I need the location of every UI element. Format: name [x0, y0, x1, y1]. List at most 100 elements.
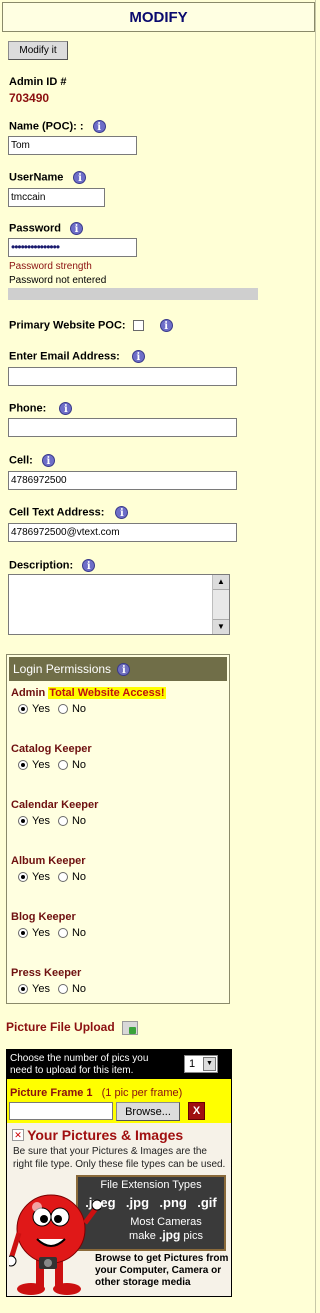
description-textarea[interactable]: ▲ ▼ [8, 574, 230, 635]
permission-title-row: Album Keeper [11, 855, 229, 867]
info-icon[interactable]: i [115, 506, 129, 519]
password-label: Password [9, 222, 61, 235]
file-types-banner: ✕ Your Pictures & Images Be sure that yo… [7, 1123, 231, 1296]
chevron-down-icon[interactable]: ▼ [203, 1057, 216, 1071]
cell-label: Cell: [9, 454, 33, 467]
cell-input[interactable]: 4786972500 [8, 471, 237, 490]
cell-text-label: Cell Text Address: [9, 506, 105, 519]
picture-upload-title: Picture File Upload [6, 1020, 115, 1034]
permission-item: Album Keeper Yes No [11, 855, 229, 911]
radio-no[interactable] [57, 872, 68, 883]
picture-frame-heading: Picture Frame 1 (1 pic per frame) [10, 1087, 182, 1099]
permission-title-row: Admin Total Website Access! [11, 687, 229, 699]
phone-label-row: Phone: i [9, 402, 73, 415]
permission-title-row: Blog Keeper [11, 911, 229, 923]
radio-yes[interactable] [18, 760, 28, 771]
cell-label-row: Cell: i [9, 454, 55, 467]
permission-highlight: Total Website Access! [48, 687, 166, 699]
permission-name: Admin [11, 687, 46, 699]
permissions-list: Admin Total Website Access! Yes No Catalog K… [7, 681, 229, 1023]
modify-button[interactable]: Modify it [8, 41, 68, 60]
primary-poc-label: Primary Website POC: [9, 319, 126, 332]
info-icon[interactable]: i [159, 319, 173, 332]
pic-count-row: Choose the number of pics you need to up… [7, 1050, 231, 1079]
info-icon[interactable]: i [41, 454, 55, 467]
permission-title-row: Calendar Keeper [11, 799, 229, 811]
page-title: MODIFY [2, 2, 315, 32]
password-status-text: Password not entered [9, 275, 107, 286]
info-icon[interactable]: i [70, 222, 84, 235]
permission-item: Catalog Keeper Yes No [11, 743, 229, 799]
radio-label: No [71, 703, 87, 715]
radio-label: Yes [32, 759, 50, 771]
cameras-pics-text: pics [183, 1230, 203, 1242]
radio-no[interactable] [57, 984, 68, 995]
radio-label: Yes [32, 815, 50, 827]
radio-label: Yes [32, 983, 50, 995]
radio-yes[interactable] [18, 928, 28, 939]
phone-input[interactable] [8, 418, 237, 437]
radio-yes[interactable] [18, 872, 28, 883]
file-type: .jpg [125, 1195, 150, 1210]
admin-id-value: 703490 [9, 91, 50, 105]
info-icon[interactable]: i [82, 559, 96, 572]
radio-no[interactable] [57, 928, 68, 939]
permission-item: Press Keeper Yes No [11, 967, 229, 1023]
picture-upload-panel: Choose the number of pics you need to up… [6, 1049, 232, 1297]
remove-frame-button[interactable]: X [188, 1102, 205, 1120]
radio-label: Yes [32, 871, 50, 883]
info-icon[interactable]: i [131, 350, 145, 363]
admin-id-label: Admin ID # [9, 76, 67, 88]
info-icon[interactable]: i [117, 663, 131, 677]
description-label-row: Description: i [9, 559, 96, 572]
password-strength-label: Password strength [9, 261, 92, 272]
permission-radio-row: Yes No [11, 759, 229, 771]
permission-title-row: Catalog Keeper [11, 743, 229, 755]
info-icon[interactable]: i [92, 120, 106, 133]
pic-count-select[interactable]: 1 ▼ [184, 1055, 218, 1073]
username-label-row: UserName i [9, 171, 87, 184]
radio-label: No [71, 815, 87, 827]
radio-label: No [71, 759, 87, 771]
permission-name: Blog Keeper [11, 911, 76, 923]
email-input[interactable] [8, 367, 237, 386]
description-scrollbar[interactable]: ▲ ▼ [212, 575, 229, 634]
primary-poc-checkbox[interactable] [132, 320, 144, 331]
banner-intro: Be sure that your Pictures & Images are … [13, 1146, 226, 1170]
username-input[interactable]: tmccain [8, 188, 105, 207]
permission-name: Press Keeper [11, 967, 82, 979]
picture-frame-title: Picture Frame 1 [10, 1087, 93, 1099]
pic-count-value: 1 [189, 1058, 196, 1070]
radio-yes[interactable] [18, 816, 28, 827]
permission-item: Calendar Keeper Yes No [11, 799, 229, 855]
cell-text-input[interactable]: 4786972500@vtext.com [8, 523, 237, 542]
file-type: .png [159, 1195, 187, 1210]
picture-frame-row: Picture Frame 1 (1 pic per frame) Browse… [7, 1079, 231, 1123]
info-icon[interactable]: i [73, 171, 87, 184]
radio-yes[interactable] [18, 984, 28, 995]
radio-label: Yes [32, 703, 50, 715]
password-label-row: Password i [9, 222, 84, 235]
name-input[interactable]: Tom [8, 136, 137, 155]
permission-name: Calendar Keeper [11, 799, 99, 811]
radio-yes[interactable] [18, 704, 28, 715]
file-path-input[interactable] [9, 1102, 113, 1120]
radio-no[interactable] [57, 760, 68, 771]
phone-label: Phone: [9, 402, 47, 415]
scroll-down-icon[interactable]: ▼ [213, 619, 229, 634]
radio-label: Yes [32, 927, 50, 939]
banner-heading: Your Pictures & Images [27, 1127, 184, 1143]
password-input[interactable]: ••••••••••••••• [8, 238, 137, 257]
browse-button[interactable]: Browse... [116, 1102, 180, 1121]
banner-heading-row: ✕ Your Pictures & Images [12, 1127, 183, 1143]
radio-no[interactable] [57, 816, 68, 827]
permission-radio-row: Yes No [11, 983, 229, 995]
permission-radio-row: Yes No [11, 703, 229, 715]
pic-count-prompt: Choose the number of pics you need to up… [10, 1053, 149, 1076]
scroll-up-icon[interactable]: ▲ [213, 575, 229, 590]
radio-no[interactable] [57, 704, 68, 715]
file-type: .gif [197, 1195, 217, 1210]
password-strength-meter [8, 288, 258, 300]
info-icon[interactable]: i [59, 402, 73, 415]
login-permissions-title: Login Permissions [13, 662, 112, 676]
